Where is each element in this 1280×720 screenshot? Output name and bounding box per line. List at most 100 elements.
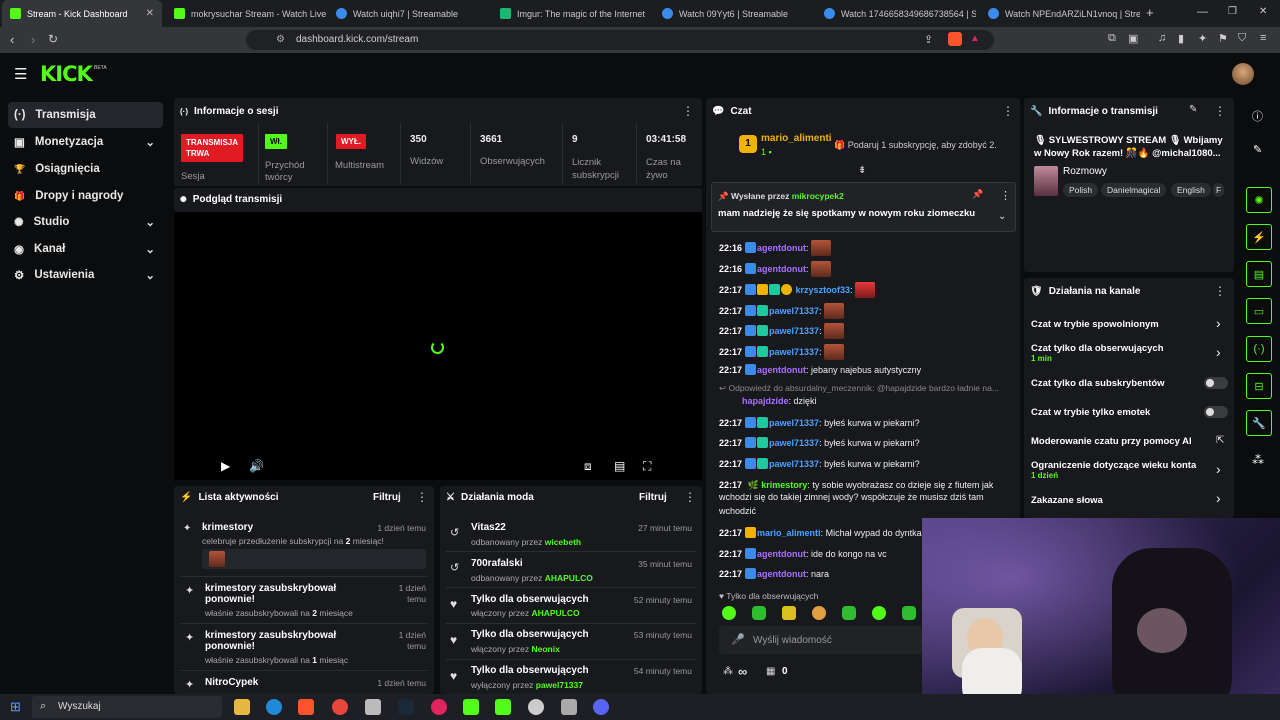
more-options-icon[interactable]: ⋮ [684, 490, 696, 504]
category-name[interactable]: Rozmowy [1063, 166, 1107, 177]
chat-input[interactable]: 🎤 Wyślij wiadomość [719, 626, 922, 654]
new-tab-button[interactable]: + [1146, 5, 1154, 20]
gift-sub-prompt[interactable]: 🎁 Podaruj 1 subskrypcję, aby zdobyć 2. [834, 140, 997, 151]
back-icon[interactable]: ‹ [10, 32, 14, 47]
setting-followers-only[interactable]: Czat tylko dla obserwujących [1031, 343, 1164, 354]
chat-message[interactable]: 22:17 agentdonut: nara [719, 568, 829, 579]
external-link-icon[interactable]: ⇱ [1216, 435, 1224, 446]
minimize-icon[interactable]: — [1197, 6, 1208, 18]
site-settings-icon[interactable]: ⚙ [276, 34, 285, 45]
sidebar-item-dropy[interactable]: 🎁 Dropy i nagrody [8, 183, 163, 209]
rail-button-layout[interactable]: ⊟ [1246, 373, 1272, 399]
chat-message[interactable]: 22:16 agentdonut: [719, 240, 832, 256]
emote-icon[interactable] [842, 606, 856, 620]
top-gifter-name[interactable]: mario_alimenti [761, 133, 832, 144]
app-icon[interactable] [528, 699, 544, 715]
taskbar-search[interactable]: ⌕ Wyszukaj [32, 696, 222, 718]
brave-icon[interactable] [298, 699, 314, 715]
fullscreen-icon[interactable]: ⛶ [643, 459, 651, 474]
sidebar-toggle-icon[interactable]: ▮ [1178, 32, 1184, 45]
rail-button-chat[interactable]: ▭ [1246, 298, 1272, 324]
close-window-icon[interactable]: ✕ [1259, 6, 1267, 17]
forward-icon[interactable]: › [31, 32, 35, 47]
emote-icon[interactable] [782, 606, 796, 620]
tab-6[interactable]: Watch 1746658349686738564 | Stre [816, 0, 976, 27]
setting-ai-moderation[interactable]: Moderowanie czatu przy pomocy AI [1031, 436, 1192, 447]
media-icon[interactable]: ♫ [1158, 32, 1166, 44]
tab-3[interactable]: Watch uiqhi7 | Streamable [328, 0, 488, 27]
chat-message[interactable]: 22:17 krzysztoof33: [719, 282, 876, 298]
app-icon[interactable] [431, 699, 447, 715]
tab-7[interactable]: Watch NPEndARZiLN1vnoq | Stream [980, 0, 1140, 27]
close-tab-icon[interactable]: ✕ [146, 8, 154, 19]
sidebar-item-osiagniecia[interactable]: 🏆 Osiągnięcia [8, 156, 163, 182]
wallet-icon[interactable]: ▣ [1128, 32, 1138, 45]
chat-message[interactable]: 22:17 pawel71337: [719, 344, 845, 360]
kick-logo[interactable]: KICK [40, 62, 93, 86]
brave-rewards-icon[interactable]: ▲ [970, 33, 980, 44]
emote-icon[interactable] [902, 606, 916, 620]
hamburger-icon[interactable]: ☰ [14, 65, 27, 83]
chevron-right-icon[interactable]: › [1216, 490, 1221, 506]
app-icon[interactable] [463, 699, 479, 715]
extensions-icon[interactable]: ⧉ [1108, 32, 1116, 45]
sidebar-item-transmisja[interactable]: (·) Transmisja [8, 102, 163, 128]
menu-icon[interactable]: ≡ [1260, 32, 1266, 44]
windows-start-icon[interactable]: ⊞ [10, 699, 21, 715]
chevron-down-icon[interactable]: ⌄ [998, 211, 1006, 222]
tab-5[interactable]: Watch 09Yyt6 | Streamable [654, 0, 814, 27]
setting-account-age[interactable]: Ograniczenie dotyczące wieku konta [1031, 460, 1196, 471]
translate-icon[interactable]: ⚑ [1218, 32, 1228, 45]
chevron-right-icon[interactable]: › [1216, 344, 1221, 360]
app-icon[interactable] [561, 699, 577, 715]
video-player[interactable]: ▶ 🔊 ⧈ ▤ ⛶ [174, 212, 702, 480]
chevron-right-icon[interactable]: › [1216, 315, 1221, 331]
play-icon[interactable]: ▶ [221, 459, 230, 473]
more-options-icon[interactable]: ⋮ [416, 490, 428, 504]
emote-icon[interactable] [812, 606, 826, 620]
chat-message[interactable]: hapajdzide: dzięki [742, 396, 817, 406]
more-options-icon[interactable]: ⋮ [1214, 284, 1226, 298]
url-field[interactable]: ⚙ dashboard.kick.com/stream ⇪ ▲ [246, 30, 994, 50]
reply-context[interactable]: ↩ Odpowiedź do absurdalny_meczennik: @ha… [719, 383, 999, 394]
tab-kick-dashboard[interactable]: Stream - Kick Dashboard ✕ [2, 0, 162, 27]
vpn-icon[interactable]: ⛉ [1238, 32, 1246, 45]
emote-icon[interactable] [752, 606, 766, 620]
setting-slow-mode[interactable]: Czat w trybie spowolnionym [1031, 319, 1159, 330]
brave-shields-icon[interactable] [948, 32, 962, 46]
more-options-icon[interactable]: ⋮ [1214, 104, 1226, 118]
chat-message[interactable]: 22:16 agentdonut: [719, 261, 832, 277]
leo-icon[interactable]: ✦ [1198, 32, 1207, 45]
chat-message[interactable]: 22:17 agentdonut: jebany najebus autystyc… [719, 364, 921, 375]
filter-button[interactable]: Filtruj [373, 492, 401, 503]
edge-icon[interactable] [266, 699, 282, 715]
kick-app-icon[interactable] [495, 699, 511, 715]
sidebar-item-kanal[interactable]: ◉ Kanał ⌄ [8, 236, 163, 262]
rail-button-studio[interactable]: ✺ [1246, 187, 1272, 213]
share-icon[interactable]: ⇪ [924, 33, 933, 46]
chat-message[interactable]: 22:17 🌿 krimestory: ty sobie wyobrażasz … [719, 478, 993, 492]
chat-message[interactable]: 22:17 agentdonut: ide do kongo na vc [719, 548, 887, 559]
avatar[interactable] [1232, 63, 1254, 85]
more-options-icon[interactable]: ⋮ [1002, 104, 1014, 118]
rail-button-bolt[interactable]: ⚡ [1246, 224, 1272, 250]
theater-icon[interactable]: ▤ [614, 459, 625, 473]
chat-message[interactable]: 22:17 pawel71337: byłeś kurwa w piekarni? [719, 458, 920, 469]
info-icon[interactable]: ⓘ [1252, 108, 1263, 124]
sidebar-item-studio[interactable]: ✺ Studio ⌄ [8, 209, 163, 235]
chat-message[interactable]: 22:17 pawel71337: byłeś kurwa w piekarni? [719, 417, 920, 428]
sidebar-item-monetyzacja[interactable]: ▣ Monetyzacja ⌄ [8, 129, 163, 155]
discord-icon[interactable] [593, 699, 609, 715]
gift-icon[interactable]: ▦ [766, 666, 775, 677]
chat-message[interactable]: 22:17 pawel71337: byłeś kurwa w piekarni? [719, 437, 920, 448]
microphone-icon[interactable]: 🎤 [731, 633, 745, 646]
chrome-icon[interactable] [332, 699, 348, 715]
emote-only-toggle[interactable] [1204, 406, 1228, 418]
tab-2[interactable]: mokrysuchar Stream - Watch Live on [166, 0, 326, 27]
points-icon[interactable]: ⁂ [723, 666, 733, 677]
volume-icon[interactable]: 🔊 [249, 459, 264, 473]
more-options-icon[interactable]: ⋮ [1000, 189, 1011, 202]
users-icon[interactable]: ⁂ [1252, 453, 1264, 467]
file-explorer-icon[interactable] [234, 699, 250, 715]
chevron-right-icon[interactable]: › [1216, 461, 1221, 477]
